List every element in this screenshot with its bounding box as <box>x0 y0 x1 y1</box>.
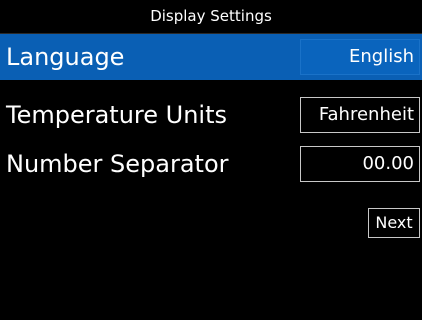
setting-row-temperature-units[interactable]: Temperature Units Fahrenheit <box>0 92 422 138</box>
next-button[interactable]: Next <box>368 208 420 238</box>
setting-row-language[interactable]: Language English <box>0 34 422 80</box>
setting-label-number-separator: Number Separator <box>6 150 229 178</box>
setting-label-temperature-units: Temperature Units <box>6 101 228 129</box>
setting-value-temperature-units[interactable]: Fahrenheit <box>300 97 420 133</box>
setting-label-language: Language <box>6 43 125 71</box>
page-title: Display Settings <box>0 0 422 34</box>
setting-value-language[interactable]: English <box>300 39 420 75</box>
setting-value-number-separator[interactable]: 00.00 <box>300 146 420 182</box>
setting-row-number-separator[interactable]: Number Separator 00.00 <box>0 141 422 187</box>
